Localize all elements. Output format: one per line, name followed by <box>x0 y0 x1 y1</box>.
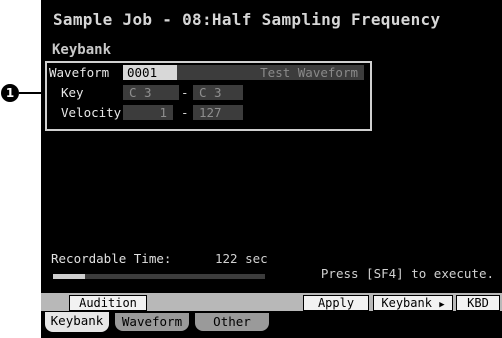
key-high-field[interactable]: C 3 <box>193 85 243 100</box>
waveform-name: Test Waveform <box>260 65 358 80</box>
velocity-range-separator: - <box>181 105 189 120</box>
section-title-keybank: Keybank <box>52 42 112 58</box>
key-range-separator: - <box>181 85 189 100</box>
tab-keybank[interactable]: Keybank <box>45 312 109 332</box>
keybank-parameter-box: Waveform 0001 Test Waveform Key C 3 - C … <box>45 61 372 131</box>
function-button-bar: Audition Apply Keybank ▶ KBD <box>41 293 502 311</box>
keybank-button[interactable]: Keybank ▶ <box>373 295 453 311</box>
callout-number-1: 1 <box>1 84 19 102</box>
arrow-right-icon: ▶ <box>439 300 445 310</box>
execute-hint: Press [SF4] to execute. <box>320 266 494 281</box>
velocity-low-field[interactable]: 1 <box>123 105 173 120</box>
lcd-screen: Sample Job - 08:Half Sampling Frequency … <box>41 0 502 338</box>
page-title: Sample Job - 08:Half Sampling Frequency <box>53 10 441 29</box>
tab-waveform[interactable]: Waveform <box>115 313 189 331</box>
velocity-label: Velocity <box>61 105 122 120</box>
recordable-time-progress-fill <box>53 274 85 279</box>
velocity-high-field[interactable]: 127 <box>193 105 243 120</box>
waveform-label: Waveform <box>49 65 110 80</box>
recordable-time-value: 122 sec <box>215 251 268 266</box>
apply-button[interactable]: Apply <box>303 295 369 311</box>
kbd-button[interactable]: KBD <box>456 295 500 311</box>
audition-button[interactable]: Audition <box>69 295 147 311</box>
tab-other[interactable]: Other <box>195 313 269 331</box>
waveform-name-field: Test Waveform <box>177 65 364 80</box>
keybank-button-label: Keybank <box>381 296 432 310</box>
key-label: Key <box>61 85 84 100</box>
tab-bar: Keybank Waveform Other <box>41 312 502 334</box>
recordable-time-label: Recordable Time: <box>51 251 172 266</box>
recordable-time-progress-bar <box>53 274 265 279</box>
waveform-number-field[interactable]: 0001 <box>123 65 177 80</box>
key-low-field[interactable]: C 3 <box>123 85 179 100</box>
